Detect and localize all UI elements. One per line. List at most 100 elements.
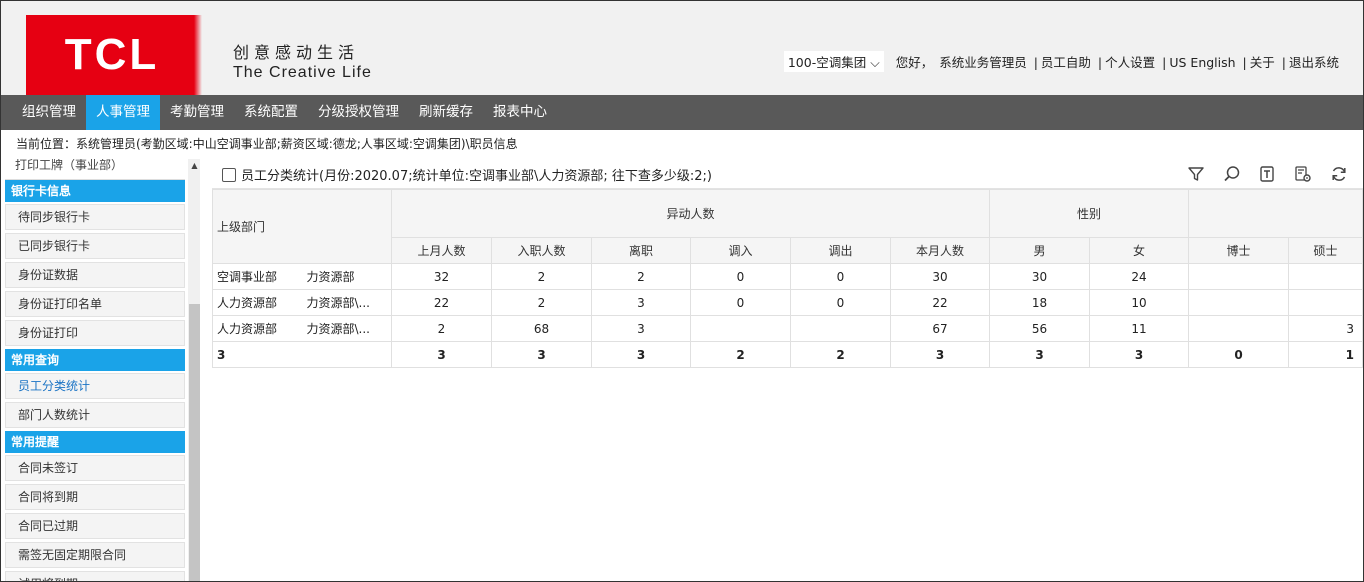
user-name: 系统业务管理员 [939, 55, 1027, 70]
table-row[interactable]: 人力资源部 力资源部\... 2 68 3 67 56 11 3 [212, 315, 1363, 342]
sidebar-scrollbar[interactable]: ▲ [188, 159, 200, 581]
sidebar-item-open-ended-contract[interactable]: 需签无固定期限合同 [5, 542, 185, 568]
sidebar-item-contract-expiring[interactable]: 合同将到期 [5, 484, 185, 510]
breadcrumb: 当前位置：系统管理员(考勤区域:中山空调事业部;薪资区域:德龙;人事区域:空调集… [16, 137, 518, 151]
separator: | [1033, 55, 1038, 70]
link-about[interactable]: 关于 [1250, 55, 1275, 70]
cell-value [1188, 263, 1289, 290]
toolbar-icons [1174, 164, 1349, 184]
link-self-service[interactable]: 员工自助 [1041, 55, 1091, 70]
nav-refresh-cache[interactable]: 刷新缓存 [409, 95, 483, 130]
cell-dept: 人力资源部 [212, 289, 303, 316]
col-group-change: 异动人数 [391, 189, 990, 238]
cell-total: 3 [1089, 341, 1189, 368]
cell-value: 0 [790, 263, 891, 290]
sidebar-group-common-query[interactable]: 常用查询 [5, 349, 185, 371]
sidebar-item-id-print[interactable]: 身份证打印 [5, 320, 185, 346]
sidebar-item-print-badge[interactable]: 打印工牌（事业部） [5, 159, 185, 180]
separator: | [1097, 55, 1103, 70]
org-select[interactable]: 100-空调集团 ⌵ [783, 51, 884, 72]
col-header-transfer-out[interactable]: 调出 [790, 237, 891, 264]
cell-total: 2 [690, 341, 791, 368]
link-us-english[interactable]: US English [1169, 55, 1235, 70]
nav-attendance[interactable]: 考勤管理 [160, 95, 234, 130]
filter-icon[interactable] [1186, 164, 1206, 184]
sidebar-item-id-data[interactable]: 身份证数据 [5, 262, 185, 288]
table-header-row-1: 上级部门 异动人数 性别 [212, 189, 1363, 264]
col-header-last-month[interactable]: 上月人数 [391, 237, 492, 264]
sidebar-item-id-print-list[interactable]: 身份证打印名单 [5, 291, 185, 317]
cell-value [1288, 263, 1363, 290]
cell-total: 2 [790, 341, 891, 368]
report-icon [222, 168, 236, 182]
slogan-en: The Creative Life [233, 64, 372, 81]
tcl-logo[interactable]: TCL [26, 15, 202, 95]
col-header-male[interactable]: 男 [989, 237, 1090, 264]
col-group-gender: 性别 [989, 189, 1189, 238]
cell-value: 11 [1089, 315, 1189, 342]
cell-value: 22 [391, 289, 492, 316]
sidebar-item-employee-stats[interactable]: 员工分类统计 [5, 373, 185, 399]
cell-value [1288, 289, 1363, 316]
table-row[interactable]: 空调事业部 力资源部 32 2 2 0 0 30 30 24 [212, 263, 1363, 290]
cell-total: 3 [890, 341, 990, 368]
col-header-resign[interactable]: 离职 [591, 237, 691, 264]
cell-value [1188, 315, 1289, 342]
cell-dept: 人力资源部 [212, 315, 303, 342]
cell-value: 3 [1288, 315, 1363, 342]
sidebar-group-reminders[interactable]: 常用提醒 [5, 431, 185, 453]
cell-value: 67 [890, 315, 990, 342]
export-icon[interactable] [1257, 164, 1277, 184]
col-header-doctor[interactable]: 博士 [1188, 237, 1289, 264]
col-header-transfer-in[interactable]: 调入 [690, 237, 791, 264]
cell-value: 32 [391, 263, 492, 290]
cell-value: 0 [690, 263, 791, 290]
scroll-thumb[interactable] [189, 304, 200, 581]
sidebar-item-pending-sync-card[interactable]: 待同步银行卡 [5, 204, 185, 230]
nav-authorization[interactable]: 分级授权管理 [308, 95, 409, 130]
cell-total: 1 [1288, 341, 1363, 368]
link-personal-settings[interactable]: 个人设置 [1105, 55, 1155, 70]
col-header-master[interactable]: 硕士 [1288, 237, 1363, 264]
col-header-onboard[interactable]: 入职人数 [491, 237, 592, 264]
sidebar-item-probation-expiring[interactable]: 试用将到期 [5, 571, 185, 581]
cell-value [1188, 289, 1289, 316]
cell-total-dept: 3 [212, 341, 392, 368]
cell-total: 0 [1188, 341, 1289, 368]
scroll-up-arrow-icon[interactable]: ▲ [188, 159, 200, 173]
org-select-value: 100-空调集团 [787, 55, 867, 70]
nav-hr-management[interactable]: 人事管理 [86, 95, 160, 130]
cell-value: 0 [790, 289, 891, 316]
cell-total: 3 [491, 341, 592, 368]
header: TCL 创意感动生活 The Creative Life 100-空调集团 ⌵ … [1, 1, 1363, 95]
sidebar-group-bank-card[interactable]: 银行卡信息 [5, 180, 185, 202]
cell-value: 30 [989, 263, 1090, 290]
report-title-text: 员工分类统计(月份:2020.07;统计单位:空调事业部\人力资源部; 往下查多… [241, 169, 712, 184]
sidebar-item-contract-expired[interactable]: 合同已过期 [5, 513, 185, 539]
table-total-row[interactable]: 3 3 3 3 2 2 3 3 3 0 1 [212, 341, 1363, 368]
col-header-parent-dept[interactable]: 上级部门 [212, 189, 392, 264]
col-group-education [1188, 189, 1363, 238]
col-header-female[interactable]: 女 [1089, 237, 1189, 264]
search-icon[interactable] [1222, 164, 1242, 184]
separator: | [1281, 55, 1286, 70]
link-logout[interactable]: 退出系统 [1289, 55, 1339, 70]
sidebar-item-contract-unsigned[interactable]: 合同未签订 [5, 455, 185, 481]
nav-org-management[interactable]: 组织管理 [1, 95, 86, 130]
refresh-icon[interactable] [1329, 164, 1349, 184]
nav-report-center[interactable]: 报表中心 [483, 95, 557, 130]
cell-value: 3 [591, 315, 691, 342]
cell-subdept: 力资源部\... [302, 289, 392, 316]
settings-icon[interactable] [1293, 164, 1313, 184]
app-window: TCL 创意感动生活 The Creative Life 100-空调集团 ⌵ … [0, 0, 1364, 582]
report-toolbar: 员工分类统计(月份:2020.07;统计单位:空调事业部\人力资源部; 往下查多… [212, 160, 1363, 189]
main-nav: 组织管理 人事管理 考勤管理 系统配置 分级授权管理 刷新缓存 报表中心 [1, 95, 1363, 130]
col-header-this-month[interactable]: 本月人数 [890, 237, 990, 264]
main-panel: 员工分类统计(月份:2020.07;统计单位:空调事业部\人力资源部; 往下查多… [212, 160, 1363, 580]
sidebar-item-dept-headcount[interactable]: 部门人数统计 [5, 402, 185, 428]
sidebar-item-synced-card[interactable]: 已同步银行卡 [5, 233, 185, 259]
table-row[interactable]: 人力资源部 力资源部\... 22 2 3 0 0 22 18 10 [212, 289, 1363, 316]
nav-system-config[interactable]: 系统配置 [234, 95, 308, 130]
chevron-down-icon: ⌵ [870, 55, 880, 70]
cell-value: 10 [1089, 289, 1189, 316]
